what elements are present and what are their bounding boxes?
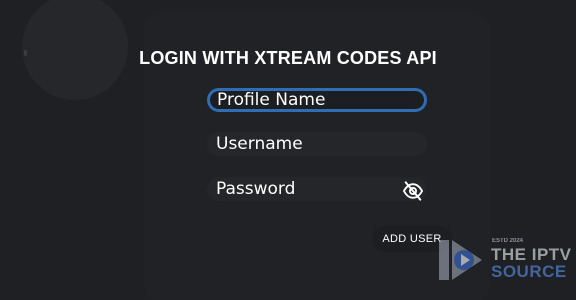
play-icon bbox=[438, 236, 488, 284]
eye-slash-icon[interactable] bbox=[401, 180, 425, 202]
username-placeholder: Username bbox=[216, 134, 303, 154]
password-field[interactable]: Password bbox=[207, 177, 427, 201]
watermark-line-2: SOURCE bbox=[491, 262, 567, 281]
username-field[interactable]: Username bbox=[207, 132, 427, 156]
watermark: ESTD 2024 THE IPTV SOURCE bbox=[438, 234, 571, 290]
profile-name-field[interactable]: Profile Name bbox=[207, 88, 427, 112]
password-placeholder: Password bbox=[216, 179, 296, 199]
watermark-established: ESTD 2024 bbox=[492, 238, 524, 244]
page-title: LOGIN WITH XTREAM CODES API bbox=[139, 48, 437, 68]
profile-name-placeholder: Profile Name bbox=[217, 90, 326, 110]
